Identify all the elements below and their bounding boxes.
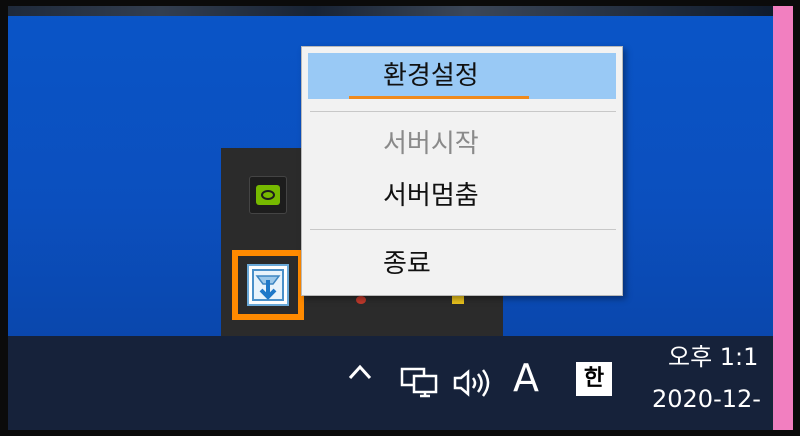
nvidia-icon[interactable]: [249, 176, 287, 214]
menu-item-server-stop[interactable]: 서버멈춤: [308, 173, 616, 219]
orange-underline-annotation: [349, 96, 529, 99]
server-app-glyph-icon: [252, 269, 284, 301]
clock-time: 오후 1:1: [668, 343, 759, 371]
menu-item-settings[interactable]: 환경설정: [308, 53, 616, 99]
right-border: [793, 0, 800, 436]
tray-icon-partial-red[interactable]: [356, 296, 366, 304]
network-icon[interactable]: [400, 366, 438, 400]
menu-separator: [310, 111, 616, 112]
tray-context-menu: 환경설정 서버시작 서버멈춤 종료: [301, 46, 623, 296]
volume-icon[interactable]: [452, 368, 492, 398]
menu-item-server-start[interactable]: 서버시작: [308, 121, 616, 167]
taskbar-clock[interactable]: 오후 1:1 2020-12-: [640, 336, 773, 430]
ime-language-indicator[interactable]: 한: [576, 362, 612, 396]
desktop-top-strip: [8, 6, 773, 16]
clock-date: 2020-12-: [652, 385, 761, 413]
pink-edge-strip: [773, 6, 793, 430]
nvidia-logo-shape: [256, 185, 280, 205]
server-app-icon[interactable]: [247, 264, 289, 306]
menu-item-exit[interactable]: 종료: [308, 241, 616, 287]
ime-mode-indicator[interactable]: A: [513, 352, 539, 404]
show-hidden-icons-chevron-icon[interactable]: [345, 358, 375, 388]
menu-separator: [310, 229, 616, 230]
